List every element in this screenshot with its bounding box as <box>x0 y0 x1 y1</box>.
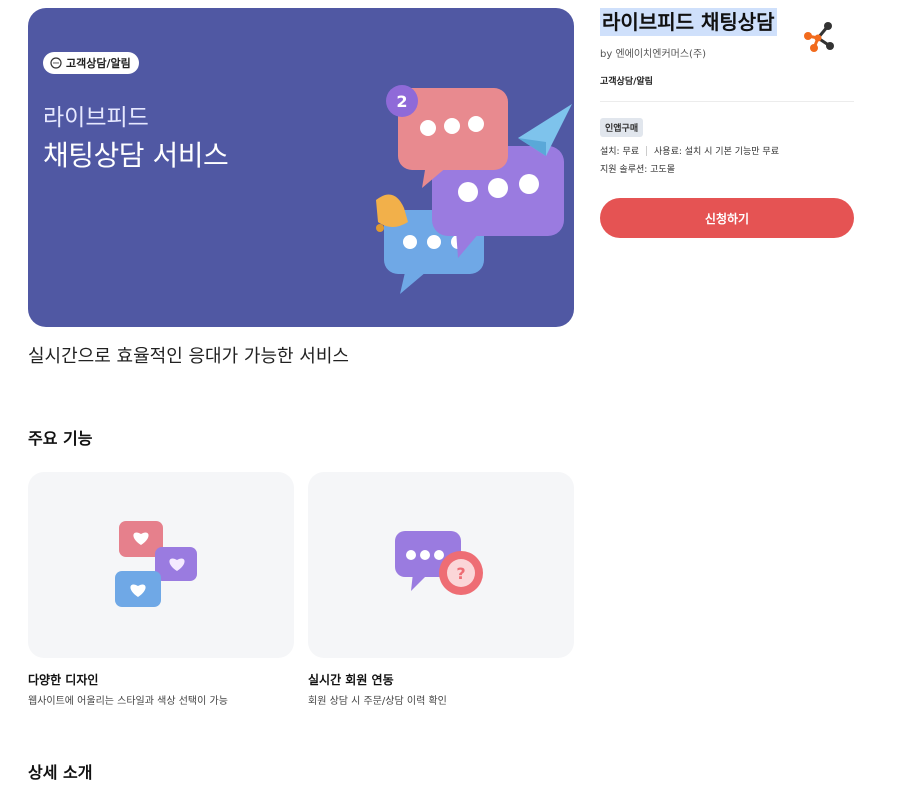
category-badge-label: 고객상담/알림 <box>66 57 131 70</box>
hero-subtitle: 라이브피드 <box>43 105 149 131</box>
hearts-chat-bubbles-icon <box>115 521 197 607</box>
feature-card <box>28 472 294 658</box>
feature-card: ? <box>308 472 574 658</box>
feature-title: 다양한 디자인 <box>28 673 99 687</box>
usage-fee: 사용료: 설치 시 기본 기능만 무료 <box>654 147 779 157</box>
supported-solution: 지원 솔루션: 고도몰 <box>600 165 675 175</box>
pricing-info: 설치: 무료 사용료: 설치 시 기본 기능만 무료 <box>600 144 779 157</box>
app-title: 라이브피드 채팅상담 <box>600 8 777 36</box>
hero-title: 채팅상담 서비스 <box>43 139 229 172</box>
divider <box>600 101 854 102</box>
separator <box>646 145 648 156</box>
chat-icon <box>50 57 62 69</box>
service-tagline: 실시간으로 효율적인 응대가 가능한 서비스 <box>28 346 349 367</box>
purchase-type-badge: 인앱구매 <box>600 118 644 137</box>
features-section-title: 주요 기능 <box>28 429 93 448</box>
chat-question-icon: ? <box>395 531 483 595</box>
feature-description: 회원 상담 시 주문/상담 이력 확인 <box>308 696 447 707</box>
app-category[interactable]: 고객상담/알림 <box>600 74 653 87</box>
category-badge: 고객상담/알림 <box>43 52 139 74</box>
detail-section-title: 상세 소개 <box>28 763 93 782</box>
feature-description: 웹사이트에 어울리는 스타일과 색상 선택이 가능 <box>28 696 228 707</box>
feature-title: 실시간 회원 연동 <box>308 673 394 687</box>
install-fee: 설치: 무료 <box>600 147 640 157</box>
svg-text:?: ? <box>456 564 465 583</box>
apply-button[interactable]: 신청하기 <box>600 198 854 238</box>
vendor-logo-icon <box>804 22 834 52</box>
hero-banner: 고객상담/알림 라이브피드 채팅상담 서비스 2 <box>28 8 574 327</box>
vendor-name[interactable]: by 엔에이치엔커머스(주) <box>600 45 706 60</box>
notification-count: 2 <box>396 92 407 111</box>
chat-bubbles-illustration: 2 <box>376 85 572 294</box>
